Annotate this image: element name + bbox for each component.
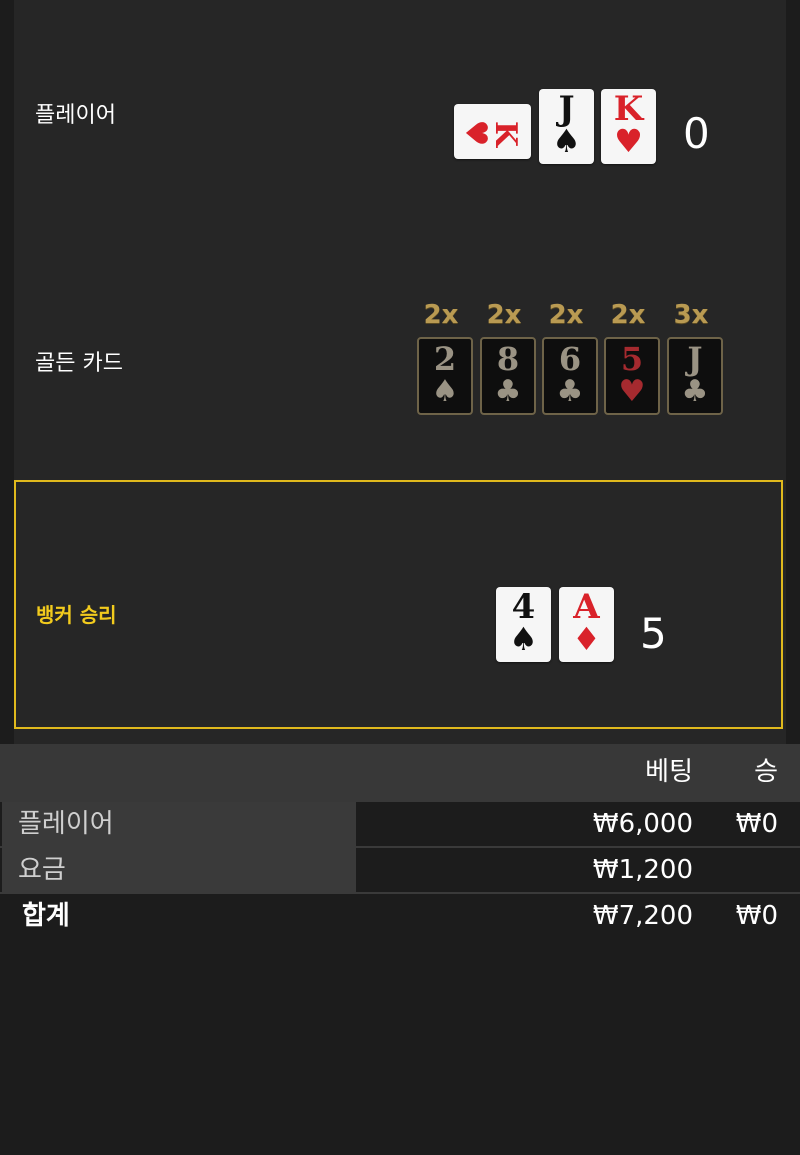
- diamond-suit-icon: ♦: [572, 620, 601, 658]
- row-bet-amount: ₩6,000: [592, 809, 693, 839]
- row-name-cell: 플레이어: [2, 802, 356, 846]
- card-rank: 8: [496, 340, 520, 378]
- club-suit-icon: ♣: [681, 374, 709, 409]
- total-label: 합계: [22, 901, 70, 931]
- card-rank: 6: [558, 340, 582, 378]
- row-name: 요금: [18, 855, 66, 885]
- banker-card-1: 4 ♠: [496, 587, 551, 662]
- total-win-amount: ₩0: [735, 901, 778, 931]
- table-total-row: 합계 ₩7,200 ₩0: [0, 894, 800, 938]
- golden-card-5: J ♣: [667, 337, 723, 415]
- club-suit-icon: ♣: [556, 374, 584, 409]
- golden-card-1: 2 ♠: [417, 337, 473, 415]
- golden-card-multiplier: 2x: [610, 300, 646, 330]
- banker-win-label: 뱅커 승리: [36, 603, 117, 627]
- row-win-amount: ₩0: [735, 809, 778, 839]
- row-name-cell: 요금: [2, 848, 356, 892]
- banker-win-highlight: [14, 480, 783, 729]
- heart-suit-icon: ♥: [614, 122, 643, 160]
- club-suit-icon: ♣: [494, 374, 522, 409]
- table-row: 플레이어 ₩6,000 ₩0: [0, 802, 800, 848]
- bet-results-table: 베팅 승 플레이어 ₩6,000 ₩0 요금 ₩1,200 합계 ₩7,200 …: [0, 744, 800, 1155]
- player-card-3: K ♥: [601, 89, 656, 164]
- banker-score: 5: [640, 609, 667, 658]
- player-card-1: K ♥: [454, 104, 531, 159]
- table-header: 베팅 승: [0, 744, 800, 802]
- card-rank: 2: [433, 340, 457, 378]
- player-card-2: J ♠: [539, 89, 594, 164]
- spade-suit-icon: ♠: [431, 374, 459, 409]
- golden-card-multiplier: 2x: [486, 300, 522, 330]
- heart-suit-icon: ♥: [618, 374, 646, 409]
- golden-card-multiplier: 3x: [673, 300, 709, 330]
- golden-card-4: 5 ♥: [604, 337, 660, 415]
- golden-card-multiplier: 2x: [548, 300, 584, 330]
- golden-card-3: 6 ♣: [542, 337, 598, 415]
- golden-card-2: 8 ♣: [480, 337, 536, 415]
- golden-card-multiplier: 2x: [423, 300, 459, 330]
- bet-column-header: 베팅: [645, 757, 693, 787]
- player-label: 플레이어: [35, 103, 116, 128]
- row-name: 플레이어: [18, 809, 114, 839]
- golden-cards-label: 골든 카드: [35, 351, 123, 376]
- spade-suit-icon: ♠: [509, 620, 538, 658]
- heart-suit-icon: ♥: [458, 119, 493, 147]
- card-rank: J: [687, 340, 703, 378]
- table-row: 요금 ₩1,200: [0, 848, 800, 894]
- row-bet-amount: ₩1,200: [592, 855, 693, 885]
- spade-suit-icon: ♠: [552, 122, 581, 160]
- banker-card-2: A ♦: [559, 587, 614, 662]
- total-bet-amount: ₩7,200: [592, 901, 693, 931]
- win-column-header: 승: [754, 757, 778, 787]
- card-rank: 5: [620, 340, 644, 378]
- player-score: 0: [683, 109, 710, 158]
- game-result-screen: 플레이어 K ♥ J ♠ K ♥ 0 골든 카드 2x 2x 2x 2x 3x …: [0, 0, 800, 1155]
